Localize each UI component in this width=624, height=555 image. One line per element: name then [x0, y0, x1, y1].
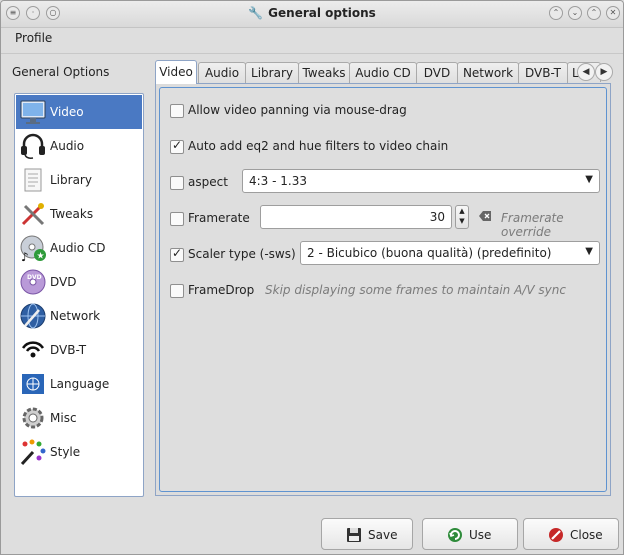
allow-panning-checkbox[interactable] [170, 104, 184, 118]
dvd-icon: DVD [20, 269, 46, 295]
sidebar-item-audio-cd[interactable]: ♪ ★ Audio CD [16, 231, 142, 265]
framerate-stepper[interactable]: ▲ ▼ [455, 205, 469, 229]
monitor-icon [20, 100, 46, 124]
general-options-window: ≡ · ○ 🔧 General options ⌃ ⌄ ⌃ ✕ Profile G… [0, 0, 624, 555]
framerate-input[interactable]: 30 [260, 205, 452, 229]
use-button-label: Use [469, 528, 492, 542]
framerate-label: Framerate [188, 211, 250, 225]
clear-field-icon[interactable] [479, 211, 491, 221]
tab-library[interactable]: Library [245, 62, 299, 83]
sidebar-item-style[interactable]: Style [16, 435, 142, 469]
window-title-text: General options [268, 6, 376, 20]
sidebar-item-label: Misc [50, 411, 77, 425]
sidebar-item-label: Language [50, 377, 110, 391]
sidebar-item-language[interactable]: Language [16, 367, 142, 401]
sidebar-item-label: Network [50, 309, 101, 323]
tweaks-icon [21, 203, 45, 226]
svg-text:♪: ♪ [21, 250, 29, 262]
sidebar-item-dvd[interactable]: DVD DVD [16, 265, 142, 299]
network-icon [20, 303, 46, 329]
sidebar-item-dvb-t[interactable]: DVB-T [16, 333, 142, 367]
sidebar-item-video[interactable]: Video [16, 95, 142, 129]
tab-dvd[interactable]: DVD [416, 62, 458, 83]
framedrop-label: FrameDrop [188, 283, 255, 297]
wrench-icon: 🔧 [248, 6, 264, 20]
close-circle-icon [549, 528, 563, 542]
aspect-value: 4:3 - 1.33 [249, 174, 307, 188]
tab-scroll-right-icon[interactable]: ▶ [595, 63, 613, 81]
options-category-list: Video Audio Library Tweaks ♪ ★ Audio CD D… [14, 93, 144, 497]
menu-bar: Profile [1, 28, 623, 50]
aspect-select[interactable]: 4:3 - 1.33 ▼ [242, 169, 600, 193]
tab-audio[interactable]: Audio [198, 62, 246, 83]
framedrop-checkbox[interactable] [170, 284, 184, 298]
video-options-panel: Allow video panning via mouse-drag ✓ Aut… [155, 83, 611, 496]
sidebar-item-label: DVD [50, 275, 77, 289]
scaler-select[interactable]: 2 - Bicubico (buona qualità) (predefinit… [300, 241, 600, 265]
scaler-label: Scaler type (-sws) [188, 247, 296, 261]
sidebar-item-label: Video [50, 105, 84, 119]
save-button[interactable]: Save [321, 518, 413, 550]
shade-button[interactable]: ⌃ [549, 6, 563, 20]
svg-text:DVD: DVD [27, 274, 42, 281]
checkmark-icon: ✓ [172, 246, 183, 260]
tab-scroll-left-icon[interactable]: ◀ [577, 63, 595, 81]
chevron-down-icon: ▼ [585, 246, 593, 257]
palette-icon [20, 439, 46, 466]
checkmark-icon: ✓ [172, 138, 183, 152]
headset-icon [21, 133, 45, 159]
sidebar-item-label: Audio [50, 139, 85, 153]
close-button-label: Close [570, 528, 603, 542]
window-title: 🔧 General options [1, 6, 623, 20]
close-button[interactable]: Close [523, 518, 619, 550]
auto-eq2-label: Auto add eq2 and hue filters to video ch… [188, 139, 449, 153]
sidebar-item-label: DVB-T [50, 343, 87, 357]
framerate-checkbox[interactable] [170, 212, 184, 226]
framerate-hint: Framerate override [501, 211, 564, 239]
tab-network[interactable]: Network [457, 62, 519, 83]
sidebar-item-tweaks[interactable]: Tweaks [16, 197, 142, 231]
menu-profile[interactable]: Profile [15, 31, 52, 45]
gear-icon [22, 407, 44, 429]
auto-eq2-checkbox[interactable]: ✓ [170, 138, 184, 154]
maximize-button[interactable]: ⌃ [587, 6, 601, 20]
menu-separator [1, 53, 623, 54]
sidebar-item-label: Audio CD [50, 241, 106, 255]
sidebar-item-misc[interactable]: Misc [16, 401, 142, 435]
options-tab-bar: Video Audio Library Tweaks Audio CD DVD … [155, 60, 613, 84]
use-button[interactable]: Use [422, 518, 518, 550]
floppy-disk-icon [347, 528, 361, 542]
sidebar-heading: General Options [12, 65, 110, 79]
sidebar-item-library[interactable]: Library [16, 163, 142, 197]
save-button-label: Save [368, 528, 398, 542]
library-icon [24, 168, 42, 192]
video-options-frame: Allow video panning via mouse-drag ✓ Aut… [159, 87, 607, 492]
tab-dvb-t[interactable]: DVB-T [518, 62, 568, 83]
tab-video[interactable]: Video [155, 60, 197, 84]
sidebar-item-label: Style [50, 445, 81, 459]
language-icon [22, 374, 44, 394]
dvbt-icon [21, 341, 45, 358]
svg-text:★: ★ [37, 252, 45, 262]
scaler-checkbox[interactable]: ✓ [170, 246, 184, 262]
allow-panning-label: Allow video panning via mouse-drag [188, 103, 407, 117]
framerate-value: 30 [429, 210, 445, 224]
close-window-button[interactable]: ✕ [606, 6, 620, 20]
minimize-button[interactable]: ⌄ [568, 6, 582, 20]
sidebar-item-label: Tweaks [50, 207, 94, 221]
aspect-checkbox[interactable] [170, 176, 184, 190]
apply-icon [448, 528, 462, 542]
tab-audio-cd[interactable]: Audio CD [349, 62, 417, 83]
aspect-label: aspect [188, 175, 228, 189]
title-bar: ≡ · ○ 🔧 General options ⌃ ⌄ ⌃ ✕ [1, 1, 623, 28]
chevron-down-icon: ▼ [585, 174, 593, 185]
audio-cd-icon: ♪ ★ [20, 235, 46, 262]
sidebar-item-audio[interactable]: Audio [16, 129, 142, 163]
sidebar-item-network[interactable]: Network [16, 299, 142, 333]
scaler-value: 2 - Bicubico (buona qualità) (predefinit… [307, 246, 552, 260]
sidebar-item-label: Library [50, 173, 92, 187]
framedrop-hint: Skip displaying some frames to maintain … [265, 283, 566, 297]
tab-tweaks[interactable]: Tweaks [298, 62, 350, 83]
